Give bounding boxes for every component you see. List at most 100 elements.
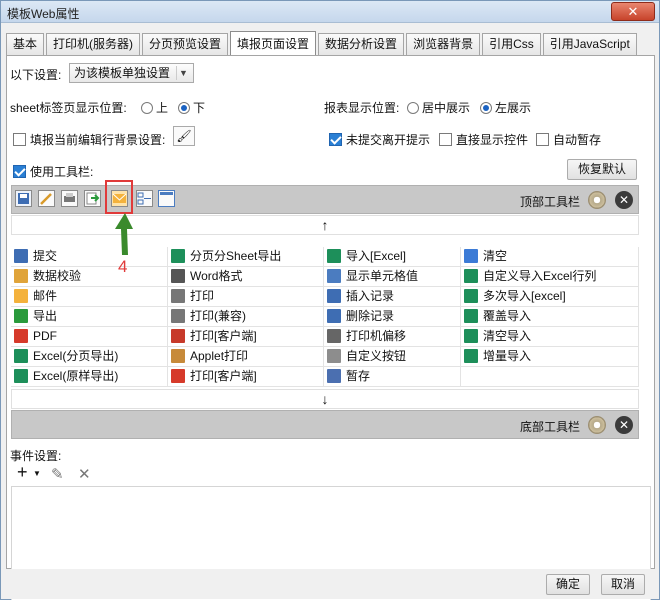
move-down-arrow[interactable]: ↓ <box>11 389 639 409</box>
toolbar-button-option <box>461 367 639 387</box>
toolbar-button-option[interactable]: 插入记录 <box>324 287 461 307</box>
toolbar-button-label: 自定义按钮 <box>346 349 407 363</box>
toolbar-button-option[interactable]: 多次导入[excel] <box>461 287 639 307</box>
toolbar-button-option[interactable]: 打印 <box>168 287 324 307</box>
email-icon <box>14 289 28 303</box>
applet-icon <box>171 349 185 363</box>
apply-settings-label: 以下设置: <box>10 68 62 82</box>
tab-4[interactable]: 数据分析设置 <box>318 33 405 55</box>
toolbar-button-option[interactable]: 导出 <box>11 307 168 327</box>
toolbar-button-option[interactable]: 覆盖导入 <box>461 307 639 327</box>
toolbar-button-option[interactable]: 分页分Sheet导出 <box>168 247 324 267</box>
checkbox-icon <box>439 133 452 146</box>
tab-3[interactable]: 填报页面设置 <box>230 31 317 55</box>
toolbar-button-option[interactable]: 提交 <box>11 247 168 267</box>
tab-1[interactable]: 打印机(服务器) <box>46 33 141 55</box>
sheet-position-bottom-label: 下 <box>193 101 206 115</box>
toolbar-button-option[interactable]: 导入[Excel] <box>324 247 461 267</box>
toolbar-button-option[interactable]: Excel(原样导出) <box>11 367 168 387</box>
excel-icon <box>464 289 478 303</box>
toolbar-button-label: 清空导入 <box>483 329 532 343</box>
toolbar-button-label: 打印[客户端] <box>190 369 257 383</box>
insert-record-icon[interactable] <box>136 190 153 207</box>
toolbar-button-option[interactable]: Applet打印 <box>168 347 324 367</box>
toolbar-button-label: 邮件 <box>33 289 58 303</box>
toolbar-button-option[interactable]: 打印[客户端] <box>168 367 324 387</box>
gear-icon <box>327 349 341 363</box>
toolbar-button-option[interactable]: 打印[客户端] <box>168 327 324 347</box>
title-bar[interactable]: 模板Web属性 ✕ <box>1 1 659 23</box>
apply-settings-value: 为该模板单独设置 <box>74 66 171 80</box>
toolbar-button-option[interactable]: 暂存 <box>324 367 461 387</box>
toolbar-button-option[interactable]: 自定义导入Excel行列 <box>461 267 639 287</box>
tab-2[interactable]: 分页预览设置 <box>142 33 229 55</box>
gear-icon[interactable] <box>588 416 606 434</box>
toolbar-button-label: 打印机偏移 <box>346 329 407 343</box>
toolbar-button-label: 插入记录 <box>346 289 395 303</box>
fill-page-settings-panel: 以下设置: 为该模板单独设置 ▼ sheet标签页显示位置: 上 下 报表显示位… <box>6 55 655 600</box>
blank-widget-icon[interactable] <box>158 190 175 207</box>
fill-background-label: 填报当前编辑行背景设置: <box>30 133 166 147</box>
toolbar-button-label: 打印 <box>190 289 215 303</box>
toolbar-button-option[interactable]: 数据校验 <box>11 267 168 287</box>
excel-icon <box>14 369 28 383</box>
toolbar-button-option[interactable]: 打印(兼容) <box>168 307 324 327</box>
tab-0[interactable]: 基本 <box>6 33 45 55</box>
toolbar-button-option[interactable]: 邮件 <box>11 287 168 307</box>
add-event-icon[interactable]: + <box>17 462 28 483</box>
apply-settings-select[interactable]: 为该模板单独设置 ▼ <box>69 63 194 83</box>
delete-icon[interactable]: ✕ <box>78 465 91 483</box>
toolbar-button-option[interactable]: 清空 <box>461 247 639 267</box>
report-position-left-radio[interactable]: 左展示 <box>480 99 531 116</box>
validate-icon[interactable] <box>38 190 55 207</box>
sheet-position-top-radio[interactable]: 上 <box>141 99 168 116</box>
edit-icon[interactable]: ✎ <box>51 465 64 483</box>
window-title: 模板Web属性 <box>7 7 80 21</box>
button-grid: 提交 分页分Sheet导出 导入[Excel] 清空 数据校验 Word格式 显示单元格值自… <box>11 247 639 387</box>
close-icon[interactable]: ✕ <box>615 416 633 434</box>
toolbar-button-option[interactable]: 自定义按钮 <box>324 347 461 367</box>
toolbar-button-label: 分页分Sheet导出 <box>190 249 282 263</box>
radio-selected-icon <box>480 102 492 114</box>
print-icon[interactable] <box>61 190 78 207</box>
tab-7[interactable]: 引用JavaScript <box>542 33 637 55</box>
toolbar-button-option[interactable]: 打印机偏移 <box>324 327 461 347</box>
gear-icon[interactable] <box>588 191 606 209</box>
unsubmitted-prompt-checkbox[interactable]: 未提交离开提示 <box>329 131 430 148</box>
fill-background-checkbox[interactable]: 填报当前编辑行背景设置: <box>13 131 165 148</box>
paint-bucket-icon[interactable]: 🖌 <box>173 126 195 146</box>
close-icon[interactable]: ✕ <box>615 191 633 209</box>
close-button[interactable]: ✕ <box>611 2 655 21</box>
move-up-arrow[interactable]: ↑ <box>11 215 639 235</box>
show-widget-checkbox[interactable]: 直接显示控件 <box>439 131 528 148</box>
toolbar-button-option[interactable]: 显示单元格值 <box>324 267 461 287</box>
tab-6[interactable]: 引用Css <box>482 33 541 55</box>
autosave-checkbox[interactable]: 自动暂存 <box>536 131 601 148</box>
toolbar-button-option[interactable]: 清空导入 <box>461 327 639 347</box>
toolbar-button-option[interactable]: 增量导入 <box>461 347 639 367</box>
restore-default-button[interactable]: 恢复默认 <box>567 159 637 180</box>
ok-button[interactable]: 确定 <box>546 574 590 595</box>
excel-icon <box>464 329 478 343</box>
toolbar-button-label: PDF <box>33 329 57 343</box>
toolbar-button-option[interactable]: PDF <box>11 327 168 347</box>
save-icon[interactable] <box>15 190 32 207</box>
export-icon[interactable] <box>84 190 101 207</box>
excel-icon <box>171 249 185 263</box>
tab-5[interactable]: 浏览器背景 <box>406 33 481 55</box>
eraser-icon <box>464 249 478 263</box>
toolbar-button-option[interactable]: 删除记录 <box>324 307 461 327</box>
sheet-position-top-label: 上 <box>156 101 169 115</box>
sheet-position-bottom-radio[interactable]: 下 <box>178 99 205 116</box>
radio-selected-icon <box>178 102 190 114</box>
use-toolbar-checkbox[interactable]: 使用工具栏: <box>13 163 93 180</box>
top-toolbar-label: 顶部工具栏 <box>520 195 581 209</box>
toolbar-button-option[interactable]: Word格式 <box>168 267 324 287</box>
toolbar-button-label: 覆盖导入 <box>483 309 532 323</box>
cancel-button[interactable]: 取消 <box>601 574 645 595</box>
toolbar-button-option[interactable]: Excel(分页导出) <box>11 347 168 367</box>
report-position-center-radio[interactable]: 居中展示 <box>407 99 470 116</box>
chevron-down-icon[interactable]: ▼ <box>33 469 41 478</box>
toolbar-button-label: 打印(兼容) <box>190 309 246 323</box>
use-toolbar-label: 使用工具栏: <box>30 165 94 179</box>
